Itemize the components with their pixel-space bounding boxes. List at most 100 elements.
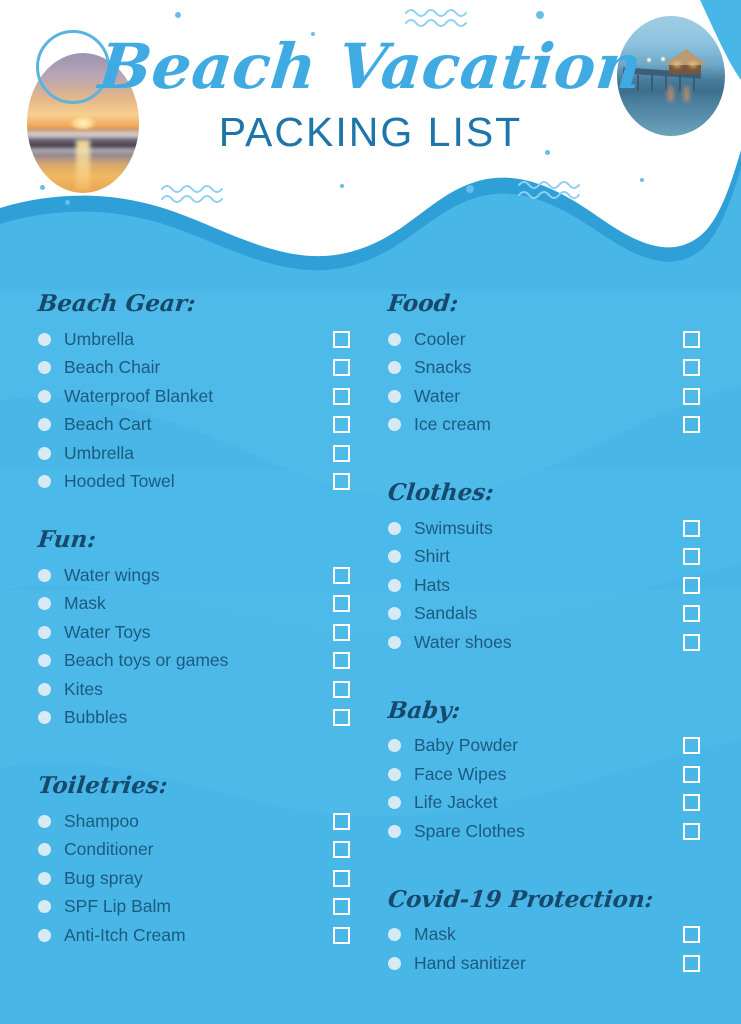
item-label: Umbrella [64,442,135,463]
checkbox[interactable] [683,387,700,405]
item-label: Snacks [414,357,472,378]
list-item[interactable]: Water shoes [388,628,710,657]
list-item[interactable]: Cooler [388,325,710,354]
checkbox[interactable] [333,841,350,859]
checkbox[interactable] [683,359,700,377]
bullet-icon [38,900,51,914]
item-label: Sandals [414,603,478,624]
checkbox[interactable] [333,623,350,641]
item-label: Hats [414,574,450,595]
item-label: Water Toys [64,621,151,642]
bullet-icon [388,607,401,621]
list-item[interactable]: Waterproof Blanket [38,382,360,411]
checkbox[interactable] [333,387,350,405]
checkbox[interactable] [683,330,700,348]
list-item[interactable]: Hand sanitizer [388,949,710,978]
bullet-icon [38,475,51,489]
list-item[interactable]: Hooded Towel [38,468,360,497]
list-item[interactable]: Ice cream [388,411,710,440]
list-item[interactable]: Bug spray [38,864,360,893]
list-item[interactable]: Hats [388,571,710,600]
section-title: Toiletries: [36,772,169,799]
list-item[interactable]: Water [388,382,710,411]
list-item[interactable]: Snacks [388,354,710,383]
list-item[interactable]: Water Toys [38,618,360,647]
list-item[interactable]: Mask [388,921,710,950]
checkbox[interactable] [683,926,700,944]
checkbox[interactable] [333,473,350,491]
decorative-dot [65,200,70,205]
list-item[interactable]: Beach toys or games [38,647,360,676]
checkbox[interactable] [333,595,350,613]
decorative-dot [175,12,181,18]
checkbox[interactable] [333,898,350,916]
list-item[interactable]: Sandals [388,600,710,629]
checkbox[interactable] [333,359,350,377]
list-item[interactable]: Beach Cart [38,411,360,440]
list-item[interactable]: Life Jacket [388,789,710,818]
checkbox[interactable] [333,680,350,698]
list-item[interactable]: Beach Chair [38,354,360,383]
checkbox[interactable] [683,576,700,594]
list-item[interactable]: Water wings [38,561,360,590]
list-item[interactable]: Shirt [388,543,710,572]
section-food: Food: Cooler Snacks Water Ice cream [386,290,710,440]
decorative-dot [340,184,344,188]
bullet-icon [388,550,401,564]
checkbox[interactable] [333,869,350,887]
checkbox[interactable] [333,566,350,584]
list-item[interactable]: Conditioner [38,836,360,865]
item-label: Waterproof Blanket [64,385,214,406]
checkbox[interactable] [333,416,350,434]
checkbox[interactable] [683,519,700,537]
checkbox[interactable] [333,709,350,727]
list-item[interactable]: Swimsuits [388,514,710,543]
checkbox[interactable] [683,737,700,755]
checkbox[interactable] [333,444,350,462]
item-label: Bug spray [64,867,143,888]
item-label: Cooler [414,328,466,349]
section-covid-19-protection: Covid-19 Protection: Mask Hand sanitizer [387,886,710,978]
checkbox[interactable] [683,605,700,623]
list-item[interactable]: Bubbles [38,704,360,733]
list-item[interactable]: Spare Clothes [388,817,710,846]
item-label: Beach toys or games [64,650,229,671]
list-item[interactable]: Umbrella [38,439,360,468]
list-item[interactable]: Umbrella [38,325,360,354]
list-item[interactable]: Mask [38,590,360,619]
section-fun: Fun: Water wings Mask Water Toys Beach t… [37,526,360,733]
bullet-icon [38,361,51,375]
checkbox[interactable] [683,794,700,812]
item-label: SPF Lip Balm [64,896,171,917]
item-list: Shampoo Conditioner Bug spray SPF Lip Ba… [38,807,360,950]
item-list: Umbrella Beach Chair Waterproof Blanket [38,325,360,496]
checkbox[interactable] [683,822,700,840]
item-label: Conditioner [64,839,154,860]
decorative-dot [640,178,644,182]
list-item[interactable]: Face Wipes [388,760,710,789]
section-title: Baby: [386,696,462,724]
checkbox[interactable] [683,633,700,651]
bullet-icon [38,871,51,885]
list-item[interactable]: Anti-Itch Cream [38,921,360,950]
checkbox[interactable] [333,330,350,348]
checkbox[interactable] [683,416,700,434]
checkbox[interactable] [333,926,350,944]
checkbox[interactable] [683,548,700,566]
checkbox[interactable] [333,652,350,670]
list-item[interactable]: Kites [38,675,360,704]
checkbox[interactable] [333,812,350,830]
list-item[interactable]: Baby Powder [388,732,710,761]
section-toiletries: Toiletries: Shampoo Conditioner Bug spra… [36,772,360,950]
list-item[interactable]: Shampoo [38,807,360,836]
checkbox[interactable] [683,954,700,972]
item-label: Hooded Towel [64,471,175,492]
bullet-icon [388,361,401,375]
bullet-icon [388,928,401,942]
list-item[interactable]: SPF Lip Balm [38,893,360,922]
checkbox[interactable] [683,765,700,783]
section-title: Food: [386,290,460,317]
